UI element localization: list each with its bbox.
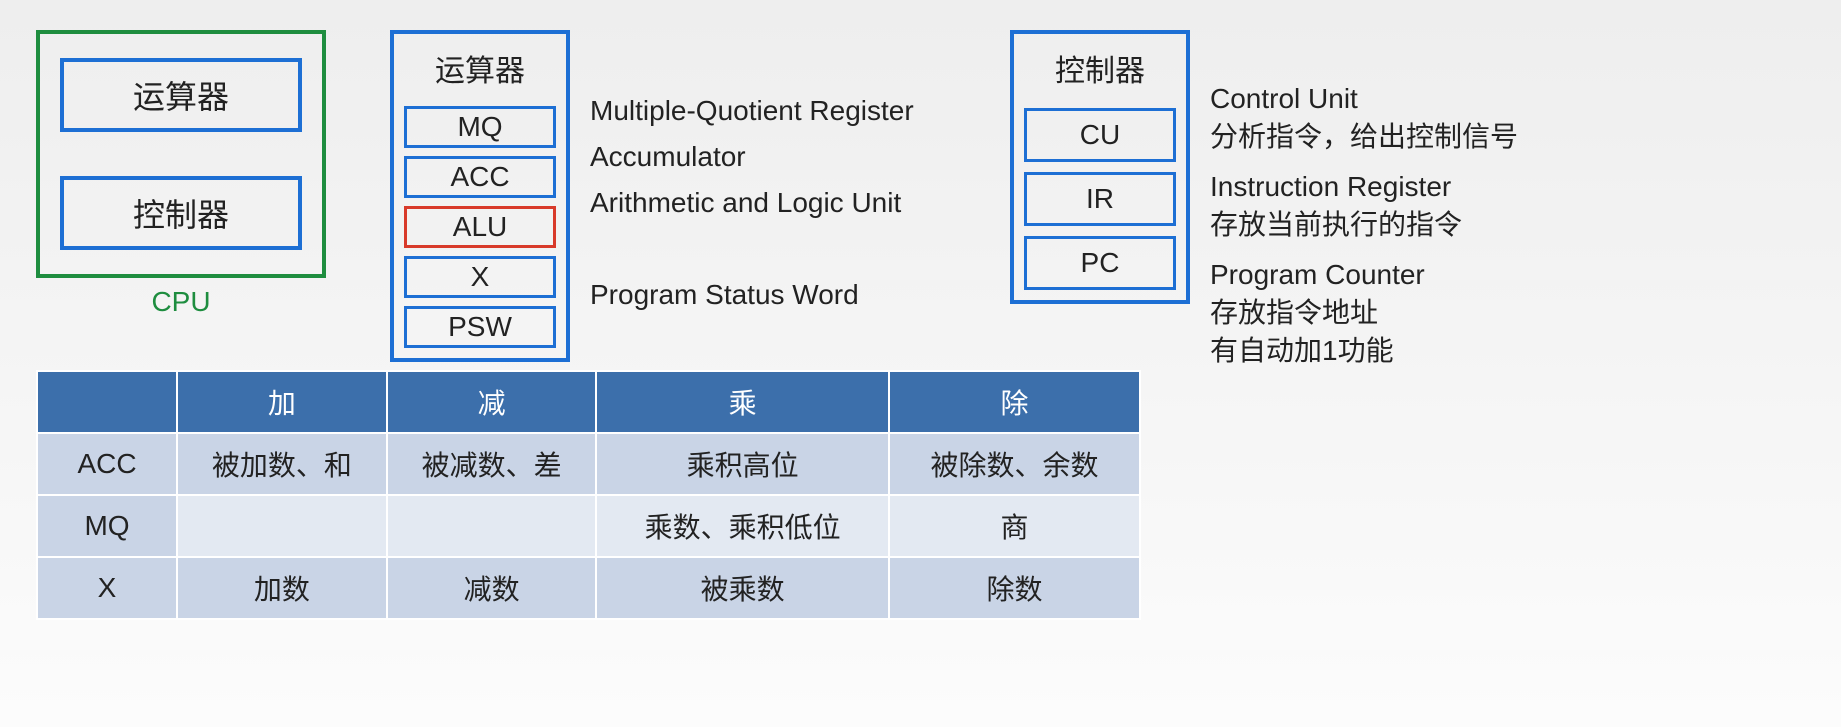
th-div: 除 [889, 371, 1140, 433]
controller-descriptions: Control Unit 分析指令，给出控制信号 Instruction Reg… [1210, 80, 1518, 382]
table-row: ACC 被加数、和 被减数、差 乘积高位 被除数、余数 [37, 433, 1140, 495]
reg-cu: CU [1024, 108, 1176, 162]
row-mq-add [177, 495, 387, 557]
th-sub: 减 [387, 371, 597, 433]
th-mul: 乘 [596, 371, 888, 433]
desc-cu-en: Control Unit [1210, 80, 1518, 118]
reg-acc: ACC [404, 156, 556, 198]
table-row: X 加数 减数 被乘数 除数 [37, 557, 1140, 619]
desc-alu: Arithmetic and Logic Unit [590, 180, 914, 226]
desc-cu-zh: 分析指令，给出控制信号 [1210, 118, 1518, 156]
reg-psw: PSW [404, 306, 556, 348]
cpu-overview: 运算器 控制器 CPU [36, 30, 326, 318]
reg-ir: IR [1024, 172, 1176, 226]
alu-box: 运算器 MQ ACC ALU X PSW [390, 30, 570, 362]
desc-mq: Multiple-Quotient Register [590, 88, 914, 134]
row-mq-mul: 乘数、乘积低位 [596, 495, 888, 557]
row-mq-name: MQ [37, 495, 177, 557]
table-row: MQ 乘数、乘积低位 商 [37, 495, 1140, 557]
desc-ir-zh: 存放当前执行的指令 [1210, 206, 1518, 244]
desc-ir: Instruction Register 存放当前执行的指令 [1210, 168, 1518, 244]
desc-pc-zh1: 存放指令地址 [1210, 294, 1518, 332]
row-acc-div: 被除数、余数 [889, 433, 1140, 495]
alu-descriptions: Multiple-Quotient Register Accumulator A… [590, 88, 914, 318]
desc-cu: Control Unit 分析指令，给出控制信号 [1210, 80, 1518, 156]
desc-x [590, 226, 914, 272]
cpu-box: 运算器 控制器 [36, 30, 326, 278]
row-acc-sub: 被减数、差 [387, 433, 597, 495]
desc-pc-zh2: 有自动加1功能 [1210, 332, 1518, 370]
reg-pc: PC [1024, 236, 1176, 290]
desc-acc: Accumulator [590, 134, 914, 180]
row-x-div: 除数 [889, 557, 1140, 619]
cpu-alu-block: 运算器 [60, 58, 302, 132]
alu-title: 运算器 [435, 44, 525, 98]
row-x-sub: 减数 [387, 557, 597, 619]
row-x-add: 加数 [177, 557, 387, 619]
controller-group: 控制器 CU IR PC [1010, 30, 1190, 304]
row-mq-div: 商 [889, 495, 1140, 557]
desc-pc: Program Counter 存放指令地址 有自动加1功能 [1210, 256, 1518, 370]
row-x-name: X [37, 557, 177, 619]
operations-table: 加 减 乘 除 ACC 被加数、和 被减数、差 乘积高位 被除数、余数 MQ 乘… [36, 370, 1141, 620]
row-mq-sub [387, 495, 597, 557]
reg-alu: ALU [404, 206, 556, 248]
th-blank [37, 371, 177, 433]
controller-box: 控制器 CU IR PC [1010, 30, 1190, 304]
th-add: 加 [177, 371, 387, 433]
row-acc-add: 被加数、和 [177, 433, 387, 495]
row-acc-name: ACC [37, 433, 177, 495]
row-x-mul: 被乘数 [596, 557, 888, 619]
cpu-cu-block: 控制器 [60, 176, 302, 250]
cpu-caption: CPU [36, 286, 326, 318]
row-acc-mul: 乘积高位 [596, 433, 888, 495]
reg-x: X [404, 256, 556, 298]
desc-psw: Program Status Word [590, 272, 914, 318]
desc-ir-en: Instruction Register [1210, 168, 1518, 206]
alu-group: 运算器 MQ ACC ALU X PSW [390, 30, 570, 362]
reg-mq: MQ [404, 106, 556, 148]
controller-title: 控制器 [1055, 44, 1145, 98]
table-header-row: 加 减 乘 除 [37, 371, 1140, 433]
desc-pc-en: Program Counter [1210, 256, 1518, 294]
